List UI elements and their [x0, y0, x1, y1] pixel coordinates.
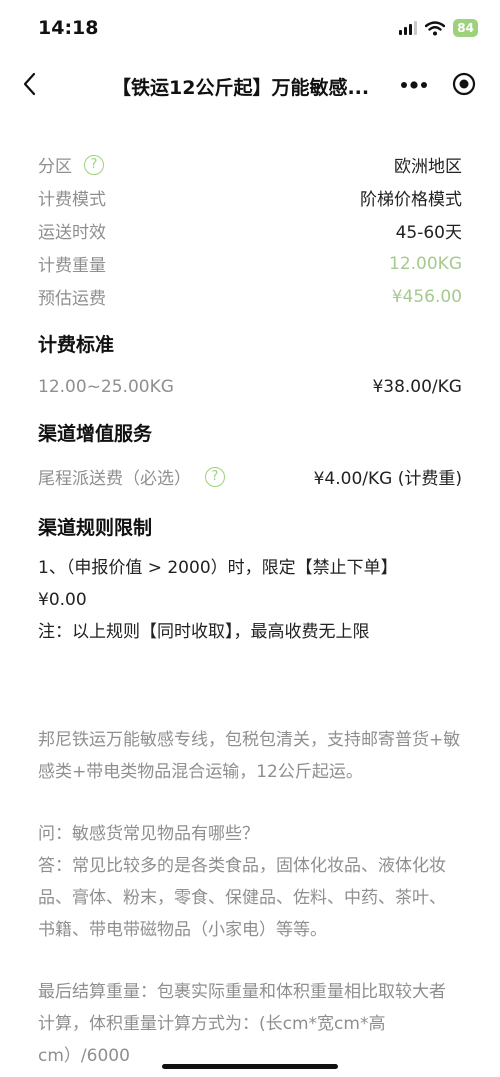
wifi-icon	[425, 20, 446, 35]
tier-price: ¥38.00/KG	[372, 377, 462, 397]
status-time: 14:18	[38, 17, 99, 39]
desc-intro: 邦尼铁运万能敏感专线，包税包清关，支持邮寄普货+敏感类+带电类物品混合运输，12…	[38, 730, 461, 782]
status-bar: 14:18 84	[0, 0, 500, 58]
detail-label: 分区	[38, 157, 72, 177]
detail-label-wrap: 预估运费	[38, 284, 106, 309]
service-label: 尾程派送费（必选）	[38, 469, 191, 489]
billing-title: 计费标准	[38, 334, 115, 356]
service-fee: ¥4.00/KG (计费重)	[313, 469, 462, 489]
price-tier-row: 12.00~25.00KG ¥38.00/KG	[38, 377, 462, 397]
back-icon[interactable]	[18, 70, 42, 98]
service-row: 尾程派送费（必选） ? ¥4.00/KG (计费重)	[38, 464, 462, 489]
detail-value: 12.00KG	[389, 253, 462, 274]
weight-range: 12.00~25.00KG	[38, 377, 174, 397]
help-icon[interactable]: ?	[205, 466, 225, 487]
main-content: 分区? 欧洲地区计费模式 阶梯价格模式运送时效 45-60天计费重量 12.00KG 预估…	[0, 148, 500, 1072]
rule-note: 注：以上规则【同时收取】，最高收费无上限	[38, 622, 370, 642]
detail-label: 计费重量	[38, 256, 106, 276]
detail-label-wrap: 分区?	[38, 152, 104, 177]
service-label-wrap: 尾程派送费（必选） ?	[38, 464, 225, 489]
rules-title: 渠道规则限制	[38, 517, 153, 539]
desc-weight-rule: 最后结算重量：包裹实际重量和体积重量相比取较大者计算，体积重量计算方式为：(长c…	[38, 982, 446, 1066]
detail-row: 分区? 欧洲地区	[38, 148, 462, 181]
detail-label-wrap: 计费重量	[38, 251, 106, 276]
detail-row: 运送时效 45-60天	[38, 214, 462, 247]
help-icon[interactable]: ?	[84, 154, 104, 175]
rules-block: 1、（申报价值 > 2000）时，限定【禁止下单】 ¥0.00 注：以上规则【同…	[38, 552, 462, 648]
detail-label-wrap: 运送时效	[38, 218, 106, 243]
rule-line-1: 1、（申报价值 > 2000）时，限定【禁止下单】	[38, 558, 398, 578]
desc-question: 问：敏感货常见物品有哪些？	[38, 824, 259, 844]
detail-row: 计费重量 12.00KG	[38, 247, 462, 280]
detail-value: ¥456.00	[391, 286, 462, 307]
details-list: 分区? 欧洲地区计费模式 阶梯价格模式运送时效 45-60天计费重量 12.00KG 预估…	[38, 148, 462, 313]
more-icon[interactable]	[400, 78, 428, 92]
detail-label: 运送时效	[38, 223, 106, 243]
detail-label: 计费模式	[38, 190, 106, 210]
detail-row: 计费模式 阶梯价格模式	[38, 181, 462, 214]
detail-label-wrap: 计费模式	[38, 185, 106, 210]
description: 邦尼铁运万能敏感专线，包税包清关，支持邮寄普货+敏感类+带电类物品混合运输，12…	[38, 724, 462, 1072]
page-title: 【铁运12公斤起】万能敏感...	[112, 77, 370, 99]
detail-value: 阶梯价格模式	[360, 190, 462, 210]
detail-value: 45-60天	[395, 223, 462, 243]
detail-row: 预估运费 ¥456.00	[38, 280, 462, 313]
close-miniprogram-icon[interactable]	[451, 71, 477, 97]
desc-answer: 答：常见比较多的是各类食品，固体化妆品、液体化妆品、膏体、粉末，零食、保健品、佐…	[38, 856, 446, 940]
detail-label: 预估运费	[38, 289, 106, 309]
battery-indicator: 84	[453, 19, 478, 37]
home-indicator	[162, 1064, 338, 1069]
services-title: 渠道增值服务	[38, 423, 153, 445]
detail-value: 欧洲地区	[394, 157, 462, 177]
navbar: 【铁运12公斤起】万能敏感...	[0, 58, 500, 112]
status-icons: 84	[399, 19, 478, 37]
rule-line-2: ¥0.00	[38, 590, 87, 610]
signal-icon	[399, 21, 418, 35]
